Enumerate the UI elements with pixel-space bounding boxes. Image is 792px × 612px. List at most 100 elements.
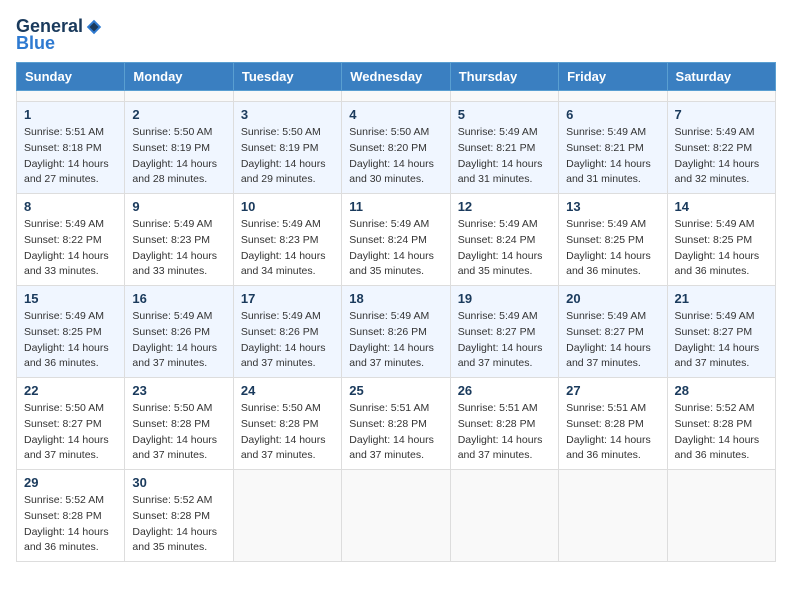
table-cell: 23Sunrise: 5:50 AMSunset: 8:28 PMDayligh… — [125, 378, 233, 470]
logo-blue-text: Blue — [16, 33, 55, 54]
table-cell: 5Sunrise: 5:49 AMSunset: 8:21 PMDaylight… — [450, 102, 558, 194]
table-cell: 27 Sunrise: 5:51 AMSunset: 8:28 PMDayligh… — [559, 378, 667, 470]
calendar-week-row: 8 Sunrise: 5:49 AMSunset: 8:22 PMDaylight… — [17, 194, 776, 286]
col-monday: Monday — [125, 63, 233, 91]
day-number: 7 — [675, 107, 768, 122]
table-cell: 8 Sunrise: 5:49 AMSunset: 8:22 PMDaylight… — [17, 194, 125, 286]
table-cell: 9Sunrise: 5:49 AMSunset: 8:23 PMDaylight… — [125, 194, 233, 286]
header: General Blue — [16, 16, 776, 54]
day-info: Sunrise: 5:49 AMSunset: 8:25 PMDaylight:… — [24, 309, 117, 372]
table-cell: 15 Sunrise: 5:49 AMSunset: 8:25 PMDayligh… — [17, 286, 125, 378]
calendar-week-row: 29 Sunrise: 5:52 AMSunset: 8:28 PMDayligh… — [17, 470, 776, 562]
table-cell: 17Sunrise: 5:49 AMSunset: 8:26 PMDayligh… — [233, 286, 341, 378]
calendar-week-row — [17, 91, 776, 102]
day-number: 10 — [241, 199, 334, 214]
day-number: 9 — [132, 199, 225, 214]
day-number: 6 — [566, 107, 659, 122]
calendar-header-row: Sunday Monday Tuesday Wednesday Thursday… — [17, 63, 776, 91]
table-cell: 13 Sunrise: 5:49 AMSunset: 8:25 PMDayligh… — [559, 194, 667, 286]
day-number: 14 — [675, 199, 768, 214]
day-number: 2 — [132, 107, 225, 122]
day-info: Sunrise: 5:49 AMSunset: 8:24 PMDaylight:… — [458, 217, 551, 280]
day-info: Sunrise: 5:49 AMSunset: 8:27 PMDaylight:… — [566, 309, 659, 372]
day-number: 1 — [24, 107, 117, 122]
table-cell: 28Sunrise: 5:52 AMSunset: 8:28 PMDayligh… — [667, 378, 775, 470]
col-sunday: Sunday — [17, 63, 125, 91]
table-cell — [233, 470, 341, 562]
day-info: Sunrise: 5:51 AMSunset: 8:28 PMDaylight:… — [458, 401, 551, 464]
calendar-week-row: 22 Sunrise: 5:50 AMSunset: 8:27 PMDayligh… — [17, 378, 776, 470]
table-cell: 7 Sunrise: 5:49 AMSunset: 8:22 PMDaylight… — [667, 102, 775, 194]
day-info: Sunrise: 5:49 AMSunset: 8:26 PMDaylight:… — [132, 309, 225, 372]
table-cell — [342, 470, 450, 562]
day-number: 8 — [24, 199, 117, 214]
day-number: 19 — [458, 291, 551, 306]
day-number: 30 — [132, 475, 225, 490]
day-info: Sunrise: 5:52 AMSunset: 8:28 PMDaylight:… — [675, 401, 768, 464]
table-cell: 18 Sunrise: 5:49 AMSunset: 8:26 PMDayligh… — [342, 286, 450, 378]
day-info: Sunrise: 5:50 AMSunset: 8:19 PMDaylight:… — [132, 125, 225, 188]
day-info: Sunrise: 5:51 AMSunset: 8:28 PMDaylight:… — [349, 401, 442, 464]
table-cell — [559, 470, 667, 562]
day-number: 18 — [349, 291, 442, 306]
table-cell: 19 Sunrise: 5:49 AMSunset: 8:27 PMDayligh… — [450, 286, 558, 378]
day-info: Sunrise: 5:51 AMSunset: 8:18 PMDaylight:… — [24, 125, 117, 188]
day-number: 5 — [458, 107, 551, 122]
day-info: Sunrise: 5:50 AMSunset: 8:19 PMDaylight:… — [241, 125, 334, 188]
day-info: Sunrise: 5:51 AMSunset: 8:28 PMDaylight:… — [566, 401, 659, 464]
day-number: 3 — [241, 107, 334, 122]
table-cell: 10 Sunrise: 5:49 AMSunset: 8:23 PMDayligh… — [233, 194, 341, 286]
day-info: Sunrise: 5:50 AMSunset: 8:27 PMDaylight:… — [24, 401, 117, 464]
day-info: Sunrise: 5:49 AMSunset: 8:23 PMDaylight:… — [241, 217, 334, 280]
table-cell — [559, 91, 667, 102]
calendar-table: Sunday Monday Tuesday Wednesday Thursday… — [16, 62, 776, 562]
day-info: Sunrise: 5:49 AMSunset: 8:26 PMDaylight:… — [349, 309, 442, 372]
day-info: Sunrise: 5:50 AMSunset: 8:28 PMDaylight:… — [241, 401, 334, 464]
day-number: 24 — [241, 383, 334, 398]
day-info: Sunrise: 5:49 AMSunset: 8:25 PMDaylight:… — [566, 217, 659, 280]
table-cell — [233, 91, 341, 102]
day-number: 15 — [24, 291, 117, 306]
day-info: Sunrise: 5:49 AMSunset: 8:27 PMDaylight:… — [458, 309, 551, 372]
table-cell: 21 Sunrise: 5:49 AMSunset: 8:27 PMDayligh… — [667, 286, 775, 378]
day-number: 20 — [566, 291, 659, 306]
day-info: Sunrise: 5:49 AMSunset: 8:27 PMDaylight:… — [675, 309, 768, 372]
col-thursday: Thursday — [450, 63, 558, 91]
table-cell: 12 Sunrise: 5:49 AMSunset: 8:24 PMDayligh… — [450, 194, 558, 286]
col-friday: Friday — [559, 63, 667, 91]
table-cell — [125, 91, 233, 102]
logo-icon — [85, 18, 103, 36]
calendar-week-row: 15 Sunrise: 5:49 AMSunset: 8:25 PMDayligh… — [17, 286, 776, 378]
table-cell — [342, 91, 450, 102]
day-number: 21 — [675, 291, 768, 306]
table-cell — [667, 91, 775, 102]
logo: General Blue — [16, 16, 103, 54]
table-cell: 3 Sunrise: 5:50 AMSunset: 8:19 PMDaylight… — [233, 102, 341, 194]
day-number: 23 — [132, 383, 225, 398]
table-cell — [667, 470, 775, 562]
day-info: Sunrise: 5:49 AMSunset: 8:26 PMDaylight:… — [241, 309, 334, 372]
table-cell: 26 Sunrise: 5:51 AMSunset: 8:28 PMDayligh… — [450, 378, 558, 470]
day-number: 22 — [24, 383, 117, 398]
day-info: Sunrise: 5:52 AMSunset: 8:28 PMDaylight:… — [132, 493, 225, 556]
day-number: 13 — [566, 199, 659, 214]
table-cell: 24 Sunrise: 5:50 AMSunset: 8:28 PMDayligh… — [233, 378, 341, 470]
day-number: 4 — [349, 107, 442, 122]
table-cell: 16Sunrise: 5:49 AMSunset: 8:26 PMDayligh… — [125, 286, 233, 378]
table-cell: 1 Sunrise: 5:51 AMSunset: 8:18 PMDaylight… — [17, 102, 125, 194]
day-number: 26 — [458, 383, 551, 398]
day-info: Sunrise: 5:49 AMSunset: 8:22 PMDaylight:… — [675, 125, 768, 188]
day-number: 12 — [458, 199, 551, 214]
day-number: 29 — [24, 475, 117, 490]
day-info: Sunrise: 5:49 AMSunset: 8:22 PMDaylight:… — [24, 217, 117, 280]
table-cell: 22 Sunrise: 5:50 AMSunset: 8:27 PMDayligh… — [17, 378, 125, 470]
calendar-week-row: 1 Sunrise: 5:51 AMSunset: 8:18 PMDaylight… — [17, 102, 776, 194]
day-info: Sunrise: 5:49 AMSunset: 8:24 PMDaylight:… — [349, 217, 442, 280]
day-info: Sunrise: 5:49 AMSunset: 8:21 PMDaylight:… — [566, 125, 659, 188]
table-cell: 25Sunrise: 5:51 AMSunset: 8:28 PMDayligh… — [342, 378, 450, 470]
day-number: 27 — [566, 383, 659, 398]
table-cell: 6 Sunrise: 5:49 AMSunset: 8:21 PMDaylight… — [559, 102, 667, 194]
day-info: Sunrise: 5:49 AMSunset: 8:25 PMDaylight:… — [675, 217, 768, 280]
table-cell: 20 Sunrise: 5:49 AMSunset: 8:27 PMDayligh… — [559, 286, 667, 378]
table-cell: 11Sunrise: 5:49 AMSunset: 8:24 PMDayligh… — [342, 194, 450, 286]
